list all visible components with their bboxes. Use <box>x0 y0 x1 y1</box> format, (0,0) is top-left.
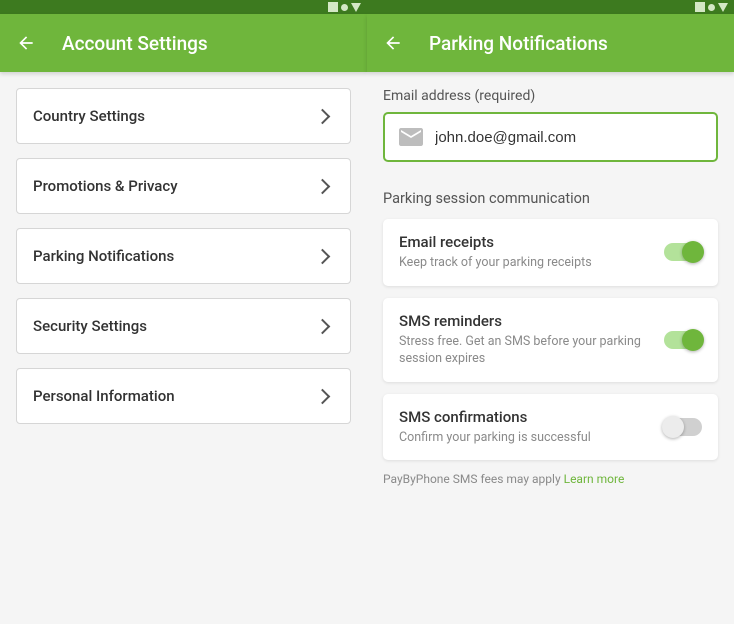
status-icon <box>351 3 361 12</box>
screen-parking-notifications: Parking Notifications Email address (req… <box>367 0 734 624</box>
settings-list: Country Settings Promotions & Privacy Pa… <box>16 88 351 424</box>
email-input-wrap[interactable] <box>383 112 718 162</box>
email-field-label: Email address (required) <box>383 88 718 104</box>
list-item-label: Parking Notifications <box>33 247 174 265</box>
chevron-right-icon <box>315 178 331 194</box>
chevron-right-icon <box>315 248 331 264</box>
back-button[interactable] <box>16 33 36 53</box>
toggle-title: Email receipts <box>399 233 652 251</box>
toggle-subtitle: Stress free. Get an SMS before your park… <box>399 333 652 368</box>
page-title: Parking Notifications <box>429 32 608 55</box>
toggle-sms-confirmations[interactable] <box>664 418 702 436</box>
arrow-left-icon <box>16 33 36 53</box>
footer-note: PayByPhone SMS fees may apply Learn more <box>383 472 718 486</box>
email-input[interactable] <box>435 129 702 146</box>
status-icon <box>708 4 715 11</box>
toggle-card-email-receipts: Email receipts Keep track of your parkin… <box>383 219 718 286</box>
screen-account-settings: Account Settings Country Settings Promot… <box>0 0 367 624</box>
toggle-sms-reminders[interactable] <box>664 331 702 349</box>
header: Parking Notifications <box>367 14 734 72</box>
toggle-card-sms-confirmations: SMS confirmations Confirm your parking i… <box>383 394 718 461</box>
list-item-parking-notifications[interactable]: Parking Notifications <box>16 228 351 284</box>
header: Account Settings <box>0 14 367 72</box>
list-item-label: Promotions & Privacy <box>33 177 178 195</box>
chevron-right-icon <box>315 318 331 334</box>
status-bar <box>0 0 367 14</box>
toggle-text: SMS confirmations Confirm your parking i… <box>399 408 652 447</box>
list-item-label: Personal Information <box>33 387 175 405</box>
toggle-text: Email receipts Keep track of your parkin… <box>399 233 652 272</box>
toggle-knob <box>682 241 704 263</box>
toggle-email-receipts[interactable] <box>664 243 702 261</box>
chevron-right-icon <box>315 108 331 124</box>
list-item-label: Security Settings <box>33 317 147 335</box>
toggle-subtitle: Confirm your parking is successful <box>399 429 652 447</box>
list-item-promotions-privacy[interactable]: Promotions & Privacy <box>16 158 351 214</box>
list-item-security-settings[interactable]: Security Settings <box>16 298 351 354</box>
content: Email address (required) Parking session… <box>367 72 734 624</box>
back-button[interactable] <box>383 33 403 53</box>
status-bar <box>367 0 734 14</box>
toggle-knob <box>682 329 704 351</box>
page-title: Account Settings <box>62 32 208 55</box>
toggle-text: SMS reminders Stress free. Get an SMS be… <box>399 312 652 368</box>
toggle-knob <box>662 416 684 438</box>
status-icon <box>328 2 338 12</box>
toggle-title: SMS confirmations <box>399 408 652 426</box>
toggle-title: SMS reminders <box>399 312 652 330</box>
mail-icon <box>399 128 423 146</box>
status-icon <box>341 4 348 11</box>
toggle-card-sms-reminders: SMS reminders Stress free. Get an SMS be… <box>383 298 718 382</box>
section-label: Parking session communication <box>383 190 718 207</box>
content: Country Settings Promotions & Privacy Pa… <box>0 72 367 624</box>
arrow-left-icon <box>383 33 403 53</box>
footer-note-text: PayByPhone SMS fees may apply <box>383 472 561 486</box>
toggle-subtitle: Keep track of your parking receipts <box>399 254 652 272</box>
list-item-label: Country Settings <box>33 107 145 125</box>
learn-more-link[interactable]: Learn more <box>564 472 625 486</box>
status-icon <box>695 2 705 12</box>
list-item-personal-information[interactable]: Personal Information <box>16 368 351 424</box>
chevron-right-icon <box>315 388 331 404</box>
status-icon <box>718 3 728 12</box>
list-item-country-settings[interactable]: Country Settings <box>16 88 351 144</box>
